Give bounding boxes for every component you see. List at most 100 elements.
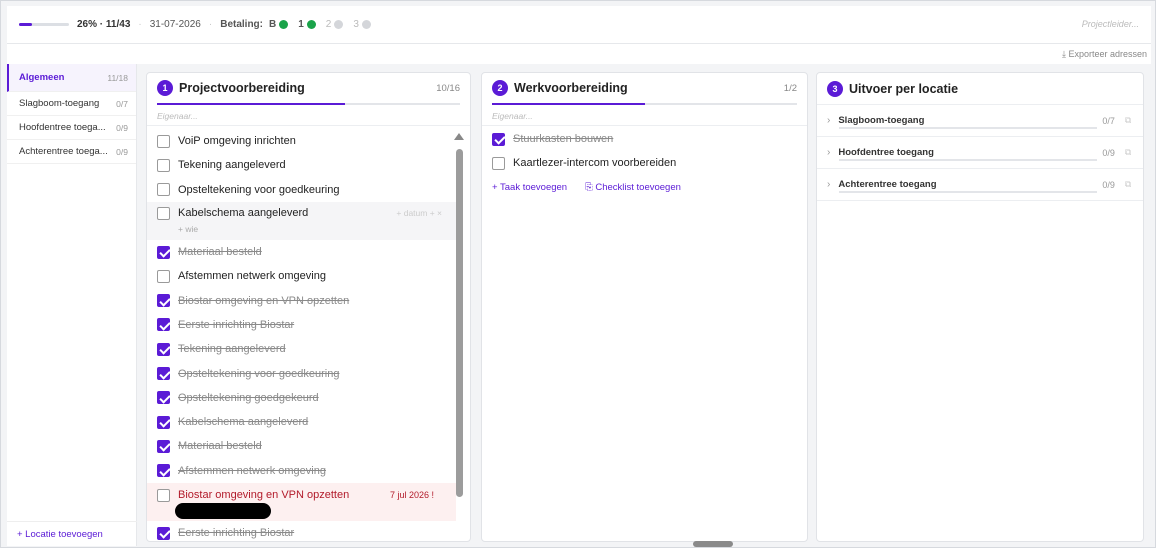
sidebar-item-count: 11/18 (107, 72, 128, 83)
column-number-badge: 2 (492, 80, 508, 96)
column-progress-fill (492, 103, 645, 105)
task-item[interactable]: Kabelschema aangeleverd (147, 410, 456, 434)
task-label: Materiaal besteld (178, 246, 262, 259)
payment-status-dot-icon (279, 20, 289, 29)
location-row[interactable]: › Achterentree toegang 0/9 ⧉ (817, 169, 1143, 201)
task-checkbox[interactable] (157, 294, 170, 308)
deadline-date[interactable]: 31-07-2026 (150, 19, 201, 30)
payment-indicator-B[interactable]: B (269, 19, 289, 30)
location-name: Slagboom-toegang (838, 115, 925, 126)
sidebar-item-count: 0/7 (116, 98, 128, 109)
location-count: 0/9 (1102, 179, 1115, 190)
task-checkbox[interactable] (157, 245, 170, 259)
task-hover-actions[interactable]: + datum + × (396, 208, 442, 218)
task-item[interactable]: Materiaal besteld (147, 240, 456, 264)
column-count: 1/2 (783, 82, 797, 94)
payment-indicator-3[interactable]: 3 (353, 19, 371, 30)
task-item[interactable]: Tekening aangeleverd (147, 153, 456, 177)
payment-label: Betaling: (220, 19, 263, 30)
task-checkbox[interactable] (157, 342, 170, 356)
column-werkvoorbereiding: 2 Werkvoorbereiding 1/2 Eigenaar... Stuu… (481, 72, 808, 542)
task-item[interactable]: Opsteltekening voor goedkeuring (147, 178, 456, 202)
sidebar-item-label: Algemeen (19, 72, 65, 83)
scroll-thumb[interactable] (456, 149, 463, 497)
chevron-right-icon[interactable]: › (827, 179, 830, 190)
location-name: Hoofdentree toegang (838, 147, 934, 158)
task-item[interactable]: Materiaal besteld (147, 434, 456, 458)
task-label: Opsteltekening voor goedkeuring (178, 367, 340, 380)
owner-field[interactable]: Eigenaar... (482, 105, 807, 126)
sidebar-item-1[interactable]: Slagboom-toegang 0/7 (7, 92, 136, 116)
location-progress-bar (839, 191, 1097, 193)
task-label: Afstemmen netwerk omgeving (178, 464, 326, 477)
task-checkbox[interactable] (157, 206, 170, 220)
task-checkbox[interactable] (157, 183, 170, 197)
open-external-icon[interactable]: ⧉ (1125, 115, 1131, 126)
payment-status-dot-icon (361, 20, 371, 29)
sidebar-item-label: Hoofdentree toega... (19, 122, 106, 133)
task-checkbox[interactable] (157, 134, 170, 148)
payment-indicator-1[interactable]: 1 (298, 19, 316, 30)
location-row[interactable]: › Hoofdentree toegang 0/9 ⧉ (817, 137, 1143, 169)
sidebar-item-count: 0/9 (116, 146, 128, 157)
task-item[interactable]: Tekening aangeleverd (147, 337, 456, 361)
chevron-right-icon[interactable]: › (827, 115, 830, 126)
assign-person-button[interactable]: + wie (178, 224, 198, 234)
add-checklist-button[interactable]: ⎘ Checklist toevoegen (585, 182, 681, 193)
task-label: Opsteltekening goedgekeurd (178, 391, 319, 404)
sidebar-item-2[interactable]: Hoofdentree toega... 0/9 (7, 116, 136, 140)
task-item[interactable]: Biostar omgeving en VPN opzetten (147, 288, 456, 312)
payment-indicator-2[interactable]: 2 (326, 19, 344, 30)
sidebar-item-count: 0/9 (116, 122, 128, 133)
task-label: Biostar omgeving en VPN opzetten (178, 294, 350, 307)
task-checkbox[interactable] (492, 156, 505, 170)
task-checkbox[interactable] (157, 367, 170, 381)
task-item[interactable]: Eerste inrichting Biostar (147, 313, 456, 337)
task-item[interactable]: VoiP omgeving inrichten (147, 129, 456, 153)
task-item[interactable]: Opsteltekening voor goedkeuring (147, 361, 456, 385)
task-item[interactable]: Afstemmen netwerk omgeving (147, 459, 456, 483)
project-header-bar: 26% · 11/43 · 31-07-2026 · Betaling: B 1 2… (7, 6, 1151, 44)
resize-handle[interactable] (693, 541, 733, 547)
task-checkbox[interactable] (157, 269, 170, 283)
sidebar-item-label: Slagboom-toegang (19, 98, 100, 109)
separator: · (208, 19, 213, 30)
task-item[interactable]: Kabelschema aangeleverd + datum + × + wie (147, 201, 456, 240)
sidebar-item-3[interactable]: Achterentree toega... 0/9 (7, 140, 136, 164)
task-label: Materiaal besteld (178, 440, 262, 453)
scroll-up-arrow-icon[interactable] (454, 133, 464, 140)
payment-label-text: 3 (353, 19, 359, 30)
projectleider-field[interactable]: Projectleider... (1082, 19, 1139, 29)
task-checkbox[interactable] (157, 158, 170, 172)
chevron-right-icon[interactable]: › (827, 147, 830, 158)
task-checkbox[interactable] (157, 439, 170, 453)
column-projectvoorbereiding: 1 Projectvoorbereiding 10/16 Eigenaar...… (146, 72, 471, 542)
task-item[interactable]: Biostar omgeving en VPN opzetten 7 jul 20… (147, 482, 456, 521)
task-item[interactable]: Eerste inrichting Biostar (147, 521, 456, 541)
add-location-button[interactable]: + Locatie toevoegen (17, 529, 103, 540)
task-checkbox[interactable] (492, 132, 505, 146)
task-list-scrollbar[interactable] (454, 133, 464, 541)
location-row[interactable]: › Slagboom-toegang 0/7 ⧉ (817, 105, 1143, 137)
payment-indicators: B 1 2 3 (269, 19, 381, 30)
open-external-icon[interactable]: ⧉ (1125, 179, 1131, 190)
column-progress-fill (157, 103, 345, 105)
task-item[interactable]: Afstemmen netwerk omgeving (147, 264, 456, 288)
sidebar-item-0[interactable]: Algemeen 11/18 (7, 64, 136, 92)
task-checkbox[interactable] (157, 464, 170, 478)
add-task-button[interactable]: + Taak toevoegen (492, 182, 567, 193)
task-checkbox[interactable] (157, 415, 170, 429)
open-external-icon[interactable]: ⧉ (1125, 147, 1131, 158)
location-progress-bar (839, 159, 1097, 161)
column-title: Projectvoorbereiding (179, 81, 305, 95)
task-item[interactable]: Opsteltekening goedgekeurd (147, 386, 456, 410)
task-checkbox[interactable] (157, 318, 170, 332)
task-due-date[interactable]: 7 jul 2026 ! (390, 490, 434, 500)
export-addresses-button[interactable]: ⤓ Exporteer adressen (1062, 49, 1147, 60)
task-checkbox[interactable] (157, 526, 170, 540)
owner-field[interactable]: Eigenaar... (147, 105, 470, 126)
task-item[interactable]: Kaartlezer-intercom voorbereiden (482, 151, 807, 175)
task-checkbox[interactable] (157, 488, 170, 502)
task-checkbox[interactable] (157, 391, 170, 405)
task-item[interactable]: Stuurkasten bouwen (482, 127, 807, 151)
